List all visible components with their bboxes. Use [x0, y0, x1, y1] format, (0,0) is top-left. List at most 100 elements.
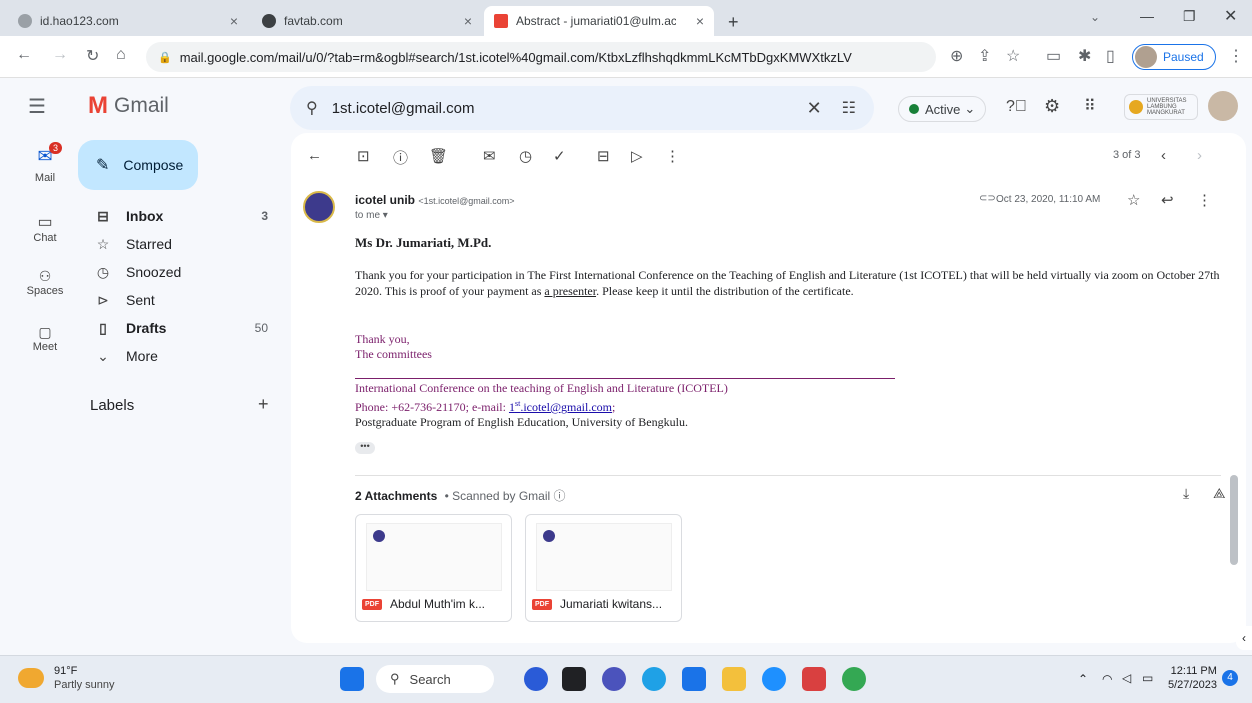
reply-icon[interactable]: ↩: [1161, 191, 1174, 209]
new-tab-icon[interactable]: +: [728, 12, 739, 33]
main-menu-icon[interactable]: ☰: [28, 94, 46, 119]
mark-unread-icon[interactable]: ✉: [483, 147, 496, 165]
add-task-icon[interactable]: ✓: [553, 147, 566, 165]
back-icon[interactable]: ←: [16, 46, 32, 64]
browser-tab-gmail[interactable]: Abstract - jumariati01@ulm.ac.id ×: [484, 6, 714, 36]
minimize-icon[interactable]: —: [1140, 8, 1154, 24]
star-message-icon[interactable]: ☆: [1127, 191, 1140, 209]
sig-phone: Phone: +62-736-21170; e-mail:: [355, 400, 506, 414]
address-bar[interactable]: 🔒 mail.google.com/mail/u/0/?tab=rm&ogbl#…: [146, 42, 936, 72]
profile-button[interactable]: Paused: [1132, 44, 1216, 70]
app-icon[interactable]: [524, 667, 548, 691]
edge-icon[interactable]: [642, 667, 666, 691]
attachment-card[interactable]: PDF Abdul Muth'im k...: [355, 514, 512, 622]
archive-icon[interactable]: ⊡: [357, 147, 370, 165]
chrome-icon[interactable]: [842, 667, 866, 691]
next-message-icon[interactable]: ›: [1197, 147, 1202, 164]
info-icon[interactable]: ⓘ: [554, 489, 566, 503]
move-to-icon[interactable]: ⊟: [597, 147, 610, 165]
message-more-icon[interactable]: ⋮: [1197, 191, 1212, 209]
notification-badge[interactable]: 4: [1222, 670, 1238, 686]
gmail-icon: [494, 14, 508, 28]
side-panel-toggle-icon[interactable]: ‹: [1236, 626, 1252, 650]
rail-meet[interactable]: ▢ Meet: [0, 324, 90, 353]
download-all-icon[interactable]: ⤓: [1183, 485, 1189, 502]
snooze-icon[interactable]: ◷: [519, 147, 532, 165]
close-tab-icon[interactable]: ×: [464, 13, 472, 29]
puzzle-icon[interactable]: ✱: [1078, 46, 1091, 66]
task-view-icon[interactable]: [562, 667, 586, 691]
teams-icon[interactable]: [602, 667, 626, 691]
add-to-drive-icon[interactable]: ⟁: [1213, 485, 1226, 502]
nav-inbox[interactable]: ⊟ Inbox 3: [78, 202, 288, 230]
close-tab-icon[interactable]: ×: [696, 13, 704, 29]
windows-start-icon[interactable]: [340, 667, 364, 691]
nav-starred[interactable]: ☆ Starred: [78, 230, 288, 258]
back-to-list-icon[interactable]: ←: [307, 147, 322, 164]
add-label-icon[interactable]: +: [258, 394, 269, 415]
nav-drafts[interactable]: ▯ Drafts 50: [78, 314, 288, 342]
compose-button[interactable]: ✎ Compose: [78, 140, 198, 190]
browser-menu-icon[interactable]: ⋮: [1228, 46, 1244, 66]
weather-widget[interactable]: 91°F Partly sunny: [54, 664, 115, 692]
search-options-icon[interactable]: ☷: [842, 98, 856, 118]
clock[interactable]: 12:11 PM 5/27/2023: [1168, 664, 1217, 692]
share-icon[interactable]: ⇪: [978, 46, 991, 66]
nav-snoozed[interactable]: ◷ Snoozed: [78, 258, 288, 286]
extension-icon[interactable]: ▭: [1046, 46, 1061, 66]
show-trimmed-icon[interactable]: •••: [355, 442, 375, 454]
signature-divider: [355, 378, 895, 379]
restore-icon[interactable]: ❐: [1183, 8, 1196, 25]
org-name: UNIVERSITAS LAMBUNG MANGKURAT: [1147, 98, 1187, 116]
browser-toolbar: ← → ↻ ⌂ 🔒 mail.google.com/mail/u/0/?tab=…: [0, 36, 1252, 78]
close-window-icon[interactable]: ✕: [1224, 6, 1237, 26]
search-input[interactable]: 1st.icotel@gmail.com: [332, 100, 475, 117]
tab-search-icon[interactable]: ⌄: [1090, 10, 1100, 24]
nav-sent[interactable]: ⊳ Sent: [78, 286, 288, 314]
prev-message-icon[interactable]: ‹: [1161, 147, 1166, 164]
tray-expand-icon[interactable]: ⌃: [1078, 672, 1088, 686]
gmail-logo[interactable]: M Gmail: [88, 92, 169, 120]
search-icon[interactable]: ⚲: [306, 98, 318, 118]
nav-more[interactable]: ⌄ More: [78, 342, 288, 370]
more-actions-icon[interactable]: ⋮: [665, 147, 680, 165]
home-icon[interactable]: ⌂: [116, 46, 126, 64]
sidepanel-icon[interactable]: ▯: [1106, 46, 1115, 66]
settings-gear-icon[interactable]: ⚙: [1044, 96, 1060, 117]
rail-mail[interactable]: ✉ 3 Mail: [0, 142, 90, 184]
bookmark-star-icon[interactable]: ☆: [1006, 46, 1020, 66]
reload-icon[interactable]: ↻: [86, 46, 99, 66]
wps-icon[interactable]: [802, 667, 826, 691]
file-explorer-icon[interactable]: [722, 667, 746, 691]
taskbar-search[interactable]: ⚲ Search: [376, 665, 494, 693]
mail-app-icon[interactable]: [682, 667, 706, 691]
battery-icon[interactable]: ▭: [1142, 671, 1153, 685]
wifi-icon[interactable]: ◠: [1102, 672, 1112, 686]
search-bar[interactable]: ⚲ 1st.icotel@gmail.com ✕ ☷: [290, 86, 874, 130]
scrollbar-thumb[interactable]: [1230, 475, 1238, 565]
help-icon[interactable]: ?⃝: [1006, 98, 1027, 116]
report-spam-icon[interactable]: ⓘ: [393, 147, 408, 168]
volume-icon[interactable]: ◁: [1122, 671, 1131, 685]
nav-label: Drafts: [126, 320, 167, 336]
forward-icon[interactable]: →: [52, 46, 68, 64]
recipients-toggle[interactable]: to me ▾: [355, 210, 388, 221]
browser-tab-hao123[interactable]: id.hao123.com ×: [8, 6, 248, 36]
sig-email-link[interactable]: 1st.icotel@gmail.com: [509, 399, 612, 414]
rail-spaces[interactable]: ⚇ Spaces: [0, 268, 90, 297]
zoom-icon[interactable]: ⊕: [950, 46, 963, 66]
label-icon[interactable]: ▷: [631, 147, 643, 165]
pdf-preview: [536, 523, 672, 591]
avatar: [1135, 46, 1157, 68]
send-icon: ⊳: [97, 291, 109, 308]
delete-icon[interactable]: 🗑: [429, 147, 448, 165]
close-tab-icon[interactable]: ×: [230, 13, 238, 29]
attachment-card[interactable]: PDF Jumariati kwitans...: [525, 514, 682, 622]
rail-chat[interactable]: ▭ Chat: [0, 212, 90, 244]
status-dropdown[interactable]: Active ⌄: [898, 96, 987, 122]
clear-search-icon[interactable]: ✕: [807, 98, 822, 119]
browser-tab-favtab[interactable]: favtab.com ×: [252, 6, 482, 36]
apps-grid-icon[interactable]: ⠿: [1084, 96, 1096, 116]
account-avatar[interactable]: [1208, 91, 1238, 121]
store-icon[interactable]: [762, 667, 786, 691]
